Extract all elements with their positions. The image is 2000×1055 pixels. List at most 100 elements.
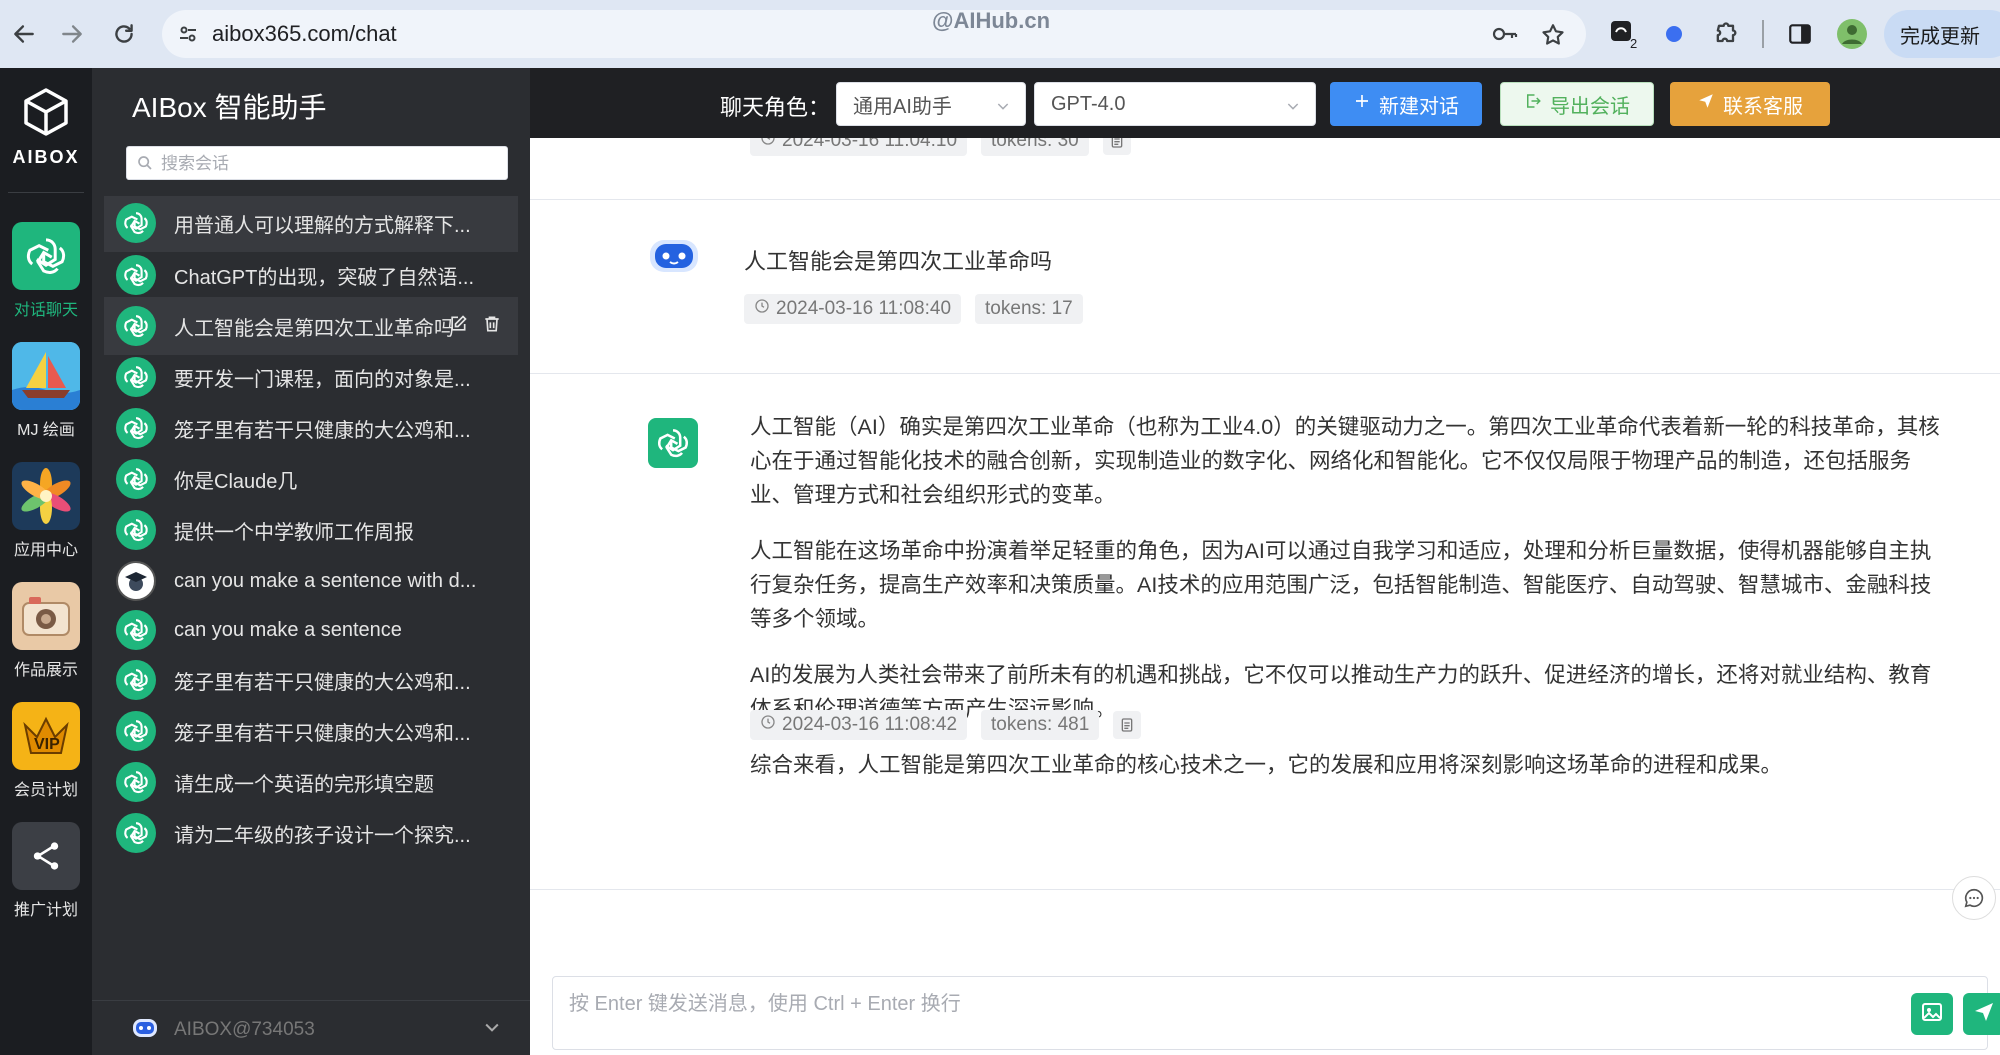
conversation-item[interactable]: 用普通人可以理解的方式解释下... bbox=[104, 196, 518, 252]
image-upload-button[interactable] bbox=[1911, 993, 1953, 1035]
back-icon[interactable] bbox=[4, 14, 44, 54]
search-input[interactable] bbox=[161, 151, 491, 177]
export-icon bbox=[1524, 92, 1542, 116]
ai-paragraph: 人工智能（AI）确实是第四次工业革命（也称为工业4.0）的关键驱动力之一。第四次… bbox=[750, 415, 1940, 507]
forward-icon[interactable] bbox=[52, 14, 92, 54]
rail-item-mj[interactable]: MJ 绘画 bbox=[0, 342, 92, 440]
logo-text: AIBOX bbox=[12, 147, 80, 167]
conversation-item[interactable]: 人工智能会是第四次工业革命吗 bbox=[104, 297, 518, 355]
conversation-item[interactable]: ChatGPT的出现，突破了自然语... bbox=[104, 246, 518, 304]
rail-divider bbox=[8, 192, 84, 193]
plus-icon bbox=[1353, 92, 1371, 116]
previous-message: 2024-03-16 11:04:10 tokens: 30 bbox=[530, 138, 2000, 200]
role-select[interactable]: 通用AI助手 bbox=[836, 82, 1026, 126]
conversation-title: 请生成一个英语的完形填空题 bbox=[174, 773, 434, 796]
floating-chat-icon[interactable] bbox=[1952, 876, 1996, 920]
conversation-item[interactable]: 笼子里有若干只健康的大公鸡和... bbox=[104, 702, 518, 760]
update-label: 完成更新 bbox=[1900, 25, 1980, 48]
clock-icon bbox=[760, 138, 776, 152]
contact-support-button[interactable]: 联系客服 bbox=[1670, 82, 1830, 126]
conversation-item[interactable]: 笼子里有若干只健康的大公鸡和... bbox=[104, 651, 518, 709]
ai-paragraph: 综合来看，人工智能是第四次工业革命的核心技术之一，它的发展和应用将深刻影响这场革… bbox=[750, 753, 1783, 777]
user-message: 人工智能会是第四次工业革命吗 2024-03-16 11:08:40 token… bbox=[530, 200, 2000, 374]
conversation-item[interactable]: 提供一个中学教师工作周报 bbox=[104, 501, 518, 559]
chatgpt-icon bbox=[12, 222, 80, 290]
rail-item-apps[interactable]: 应用中心 bbox=[0, 462, 92, 560]
browser-toolbar: aibox365.com/chat @AIHub.cn 2 完成更新 bbox=[0, 0, 2000, 68]
conversation-item[interactable]: 要开发一门课程，面向的对象是... bbox=[104, 348, 518, 406]
rail-label: 对话聊天 bbox=[13, 302, 78, 319]
password-key-icon[interactable] bbox=[1492, 22, 1518, 51]
tokens: tokens: 30 bbox=[991, 138, 1079, 151]
tokens-chip: tokens: 30 bbox=[981, 138, 1089, 156]
conversation-title: 人工智能会是第四次工业革命吗 bbox=[174, 317, 454, 340]
update-browser-button[interactable]: 完成更新 bbox=[1884, 10, 2000, 58]
edit-icon[interactable] bbox=[448, 314, 468, 339]
send-button[interactable] bbox=[1963, 993, 2000, 1035]
camera-gallery-icon bbox=[12, 582, 80, 650]
robot-avatar-icon bbox=[130, 1013, 160, 1048]
graduate-icon bbox=[116, 561, 156, 601]
model-select[interactable]: GPT-4.0 bbox=[1034, 82, 1316, 126]
extension-blue-dot-icon[interactable] bbox=[1656, 16, 1692, 52]
copy-icon[interactable] bbox=[1102, 138, 1131, 155]
tokens: tokens: 481 bbox=[991, 714, 1090, 735]
aibox-logo[interactable]: AIBOX bbox=[0, 86, 92, 168]
site-settings-icon[interactable] bbox=[176, 22, 200, 51]
conversation-item[interactable]: 你是Claude几 bbox=[104, 450, 518, 508]
conversation-actions bbox=[448, 314, 502, 339]
message-input-box[interactable] bbox=[552, 976, 2000, 1050]
chatgpt-icon bbox=[116, 660, 156, 700]
chatgpt-icon bbox=[116, 813, 156, 853]
extensions-puzzle-icon[interactable] bbox=[1708, 16, 1744, 52]
message-panel: 2024-03-16 11:04:10 tokens: 30 人工智能会是第四次… bbox=[530, 138, 2000, 968]
profile-avatar-icon[interactable] bbox=[1834, 16, 1870, 52]
message-input[interactable] bbox=[569, 987, 1869, 1041]
chevron-down-icon[interactable] bbox=[482, 1017, 502, 1042]
rail-item-vip[interactable]: VIP 会员计划 bbox=[0, 702, 92, 800]
role-select-value: 通用AI助手 bbox=[853, 95, 952, 118]
search-box[interactable] bbox=[126, 146, 508, 180]
user-bar[interactable]: AIBOX@734053 bbox=[92, 1000, 530, 1055]
rail-item-gallery[interactable]: 作品展示 bbox=[0, 582, 92, 680]
conversation-title: ChatGPT的出现，突破了自然语... bbox=[174, 266, 475, 289]
rail-item-promote[interactable]: 推广计划 bbox=[0, 822, 92, 920]
trash-icon[interactable] bbox=[482, 314, 502, 339]
ai-paragraph: 人工智能在这场革命中扮演着举足轻重的角色，因为AI可以通过自我学习和适应，处理和… bbox=[750, 539, 1932, 631]
new-chat-button[interactable]: 新建对话 bbox=[1330, 82, 1482, 126]
vip-icon: VIP bbox=[12, 702, 80, 770]
conversation-item[interactable]: 请为二年级的孩子设计一个探究... bbox=[104, 804, 518, 862]
rail-label: 应用中心 bbox=[13, 542, 78, 559]
robot-avatar-icon bbox=[648, 236, 700, 281]
ai-message: 人工智能（AI）确实是第四次工业革命（也称为工业4.0）的关键驱动力之一。第四次… bbox=[530, 374, 2000, 890]
search-icon bbox=[137, 155, 153, 176]
ai-message-meta: 2024-03-16 11:08:42 tokens: 481 bbox=[750, 710, 1142, 740]
timestamp-chip: 2024-03-16 11:08:40 bbox=[744, 294, 962, 324]
bookmark-star-icon[interactable] bbox=[1540, 22, 1566, 53]
timestamp-chip: 2024-03-16 11:04:10 bbox=[750, 138, 968, 156]
rail-item-chat[interactable]: 对话聊天 bbox=[0, 222, 92, 320]
chevron-down-icon bbox=[995, 97, 1011, 120]
export-chat-button[interactable]: 导出会话 bbox=[1500, 82, 1654, 126]
conversation-title: 请为二年级的孩子设计一个探究... bbox=[174, 824, 471, 847]
copy-icon[interactable] bbox=[1113, 711, 1142, 739]
side-panel-icon[interactable] bbox=[1782, 16, 1818, 52]
new-chat-label: 新建对话 bbox=[1379, 95, 1459, 118]
rail-label: 推广计划 bbox=[13, 902, 78, 919]
conversation-list: 用普通人可以理解的方式解释下... ChatGPT的出现，突破了自然语... 人工智… bbox=[92, 196, 530, 1000]
paper-plane-icon bbox=[1972, 1000, 1996, 1029]
timestamp: 2024-03-16 11:08:42 bbox=[782, 714, 958, 735]
conversation-item[interactable]: 请生成一个英语的完形填空题 bbox=[104, 753, 518, 811]
chatgpt-icon bbox=[116, 762, 156, 802]
extension-badge-icon[interactable]: 2 bbox=[1606, 16, 1642, 52]
conversation-item[interactable]: 笼子里有若干只健康的大公鸡和... bbox=[104, 399, 518, 457]
chatgpt-icon bbox=[116, 255, 156, 295]
address-bar[interactable]: aibox365.com/chat bbox=[162, 10, 1586, 58]
chatgpt-icon bbox=[116, 711, 156, 751]
clock-icon bbox=[754, 298, 770, 320]
role-label: 聊天角色： bbox=[720, 95, 831, 120]
watermark: @AIHub.cn bbox=[932, 8, 1051, 33]
reload-icon[interactable] bbox=[104, 14, 144, 54]
message-meta: 2024-03-16 11:04:10 tokens: 30 bbox=[750, 138, 1131, 156]
model-select-value: GPT-4.0 bbox=[1051, 92, 1126, 115]
